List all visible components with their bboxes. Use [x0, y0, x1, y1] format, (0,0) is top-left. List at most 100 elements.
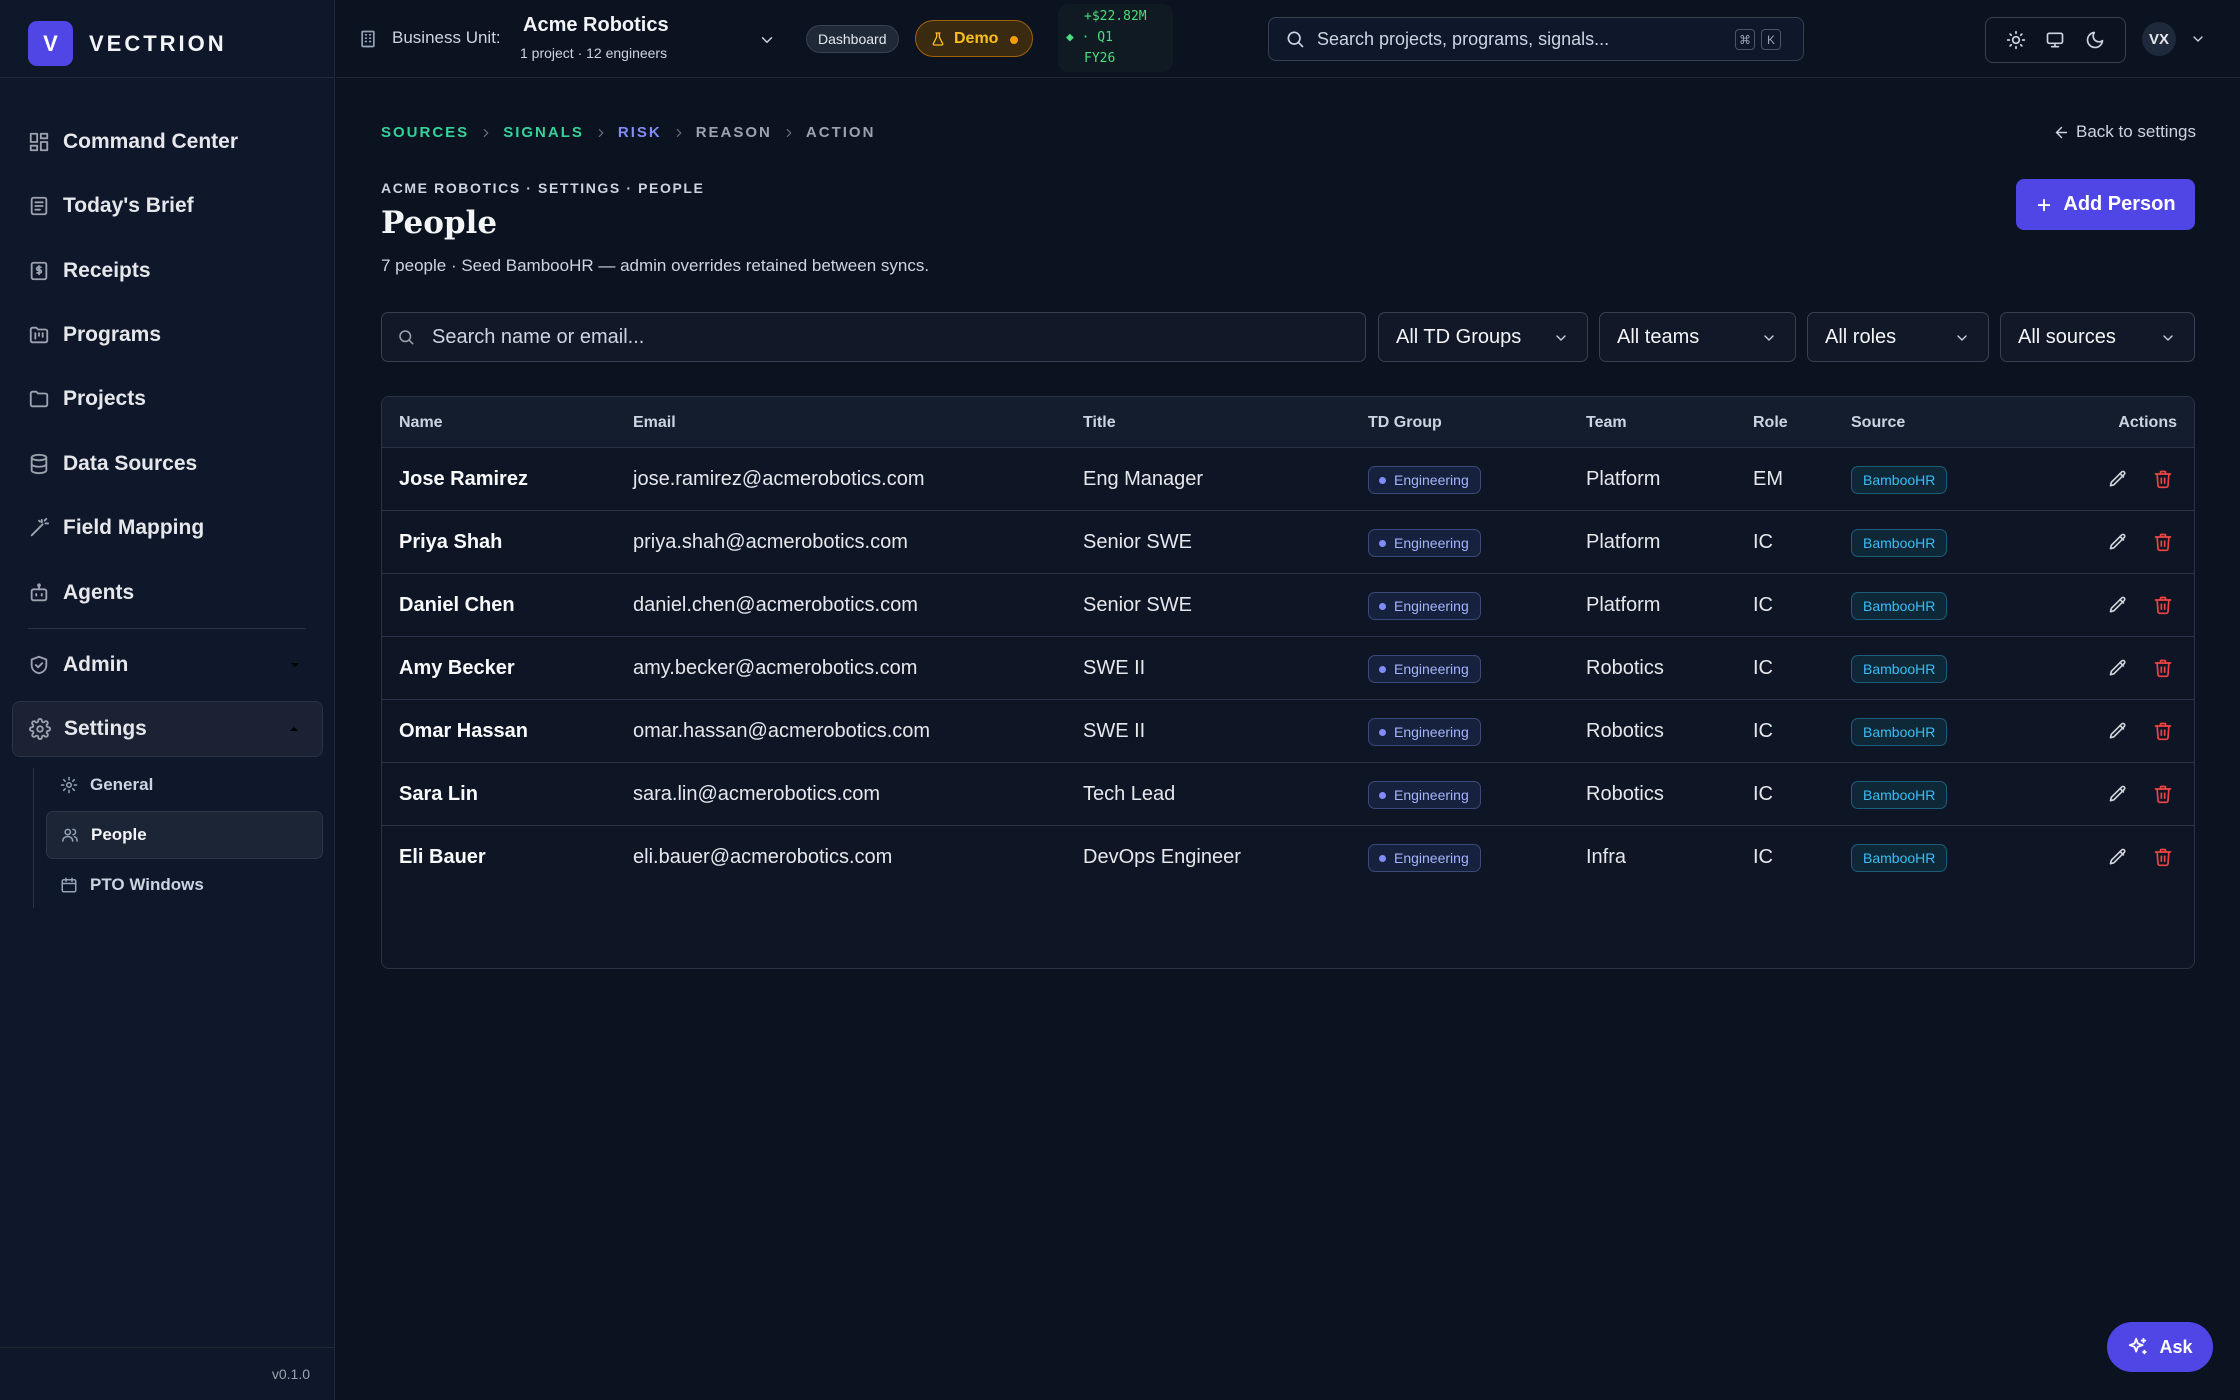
trash-icon[interactable] — [2153, 658, 2173, 678]
person-name: Amy Becker — [399, 657, 515, 679]
sidebar-item-settings[interactable]: Settings — [12, 701, 323, 757]
team-filter[interactable]: All teams — [1599, 312, 1796, 362]
column-header-source[interactable]: Source — [1851, 414, 1905, 432]
person-team: Platform — [1586, 468, 1661, 490]
column-header-email[interactable]: Email — [633, 414, 676, 432]
pipeline-step-signals[interactable]: SIGNALS — [503, 124, 584, 141]
person-email: amy.becker@acmerobotics.com — [633, 657, 918, 679]
page-subtitle: 7 people · Seed BambooHR — admin overrid… — [381, 256, 930, 275]
sidebar-item-field-mapping[interactable]: Field Mapping — [12, 500, 323, 556]
back-to-settings-link[interactable]: Back to settings — [2053, 122, 2196, 142]
status-dot — [1010, 36, 1018, 44]
dashboard-pill[interactable]: Dashboard — [806, 25, 899, 53]
table-row[interactable]: Jose Ramirez jose.ramirez@acmerobotics.co… — [382, 448, 2194, 511]
chevron-down-icon — [287, 657, 303, 673]
table-row[interactable]: Omar Hassan omar.hassan@acmerobotics.com S… — [382, 700, 2194, 763]
edit-icon[interactable] — [2108, 469, 2128, 489]
sun-icon[interactable] — [2006, 30, 2026, 50]
column-header-team[interactable]: Team — [1586, 414, 1627, 432]
moon-icon[interactable] — [2085, 30, 2105, 50]
sidebar-item-programs[interactable]: Programs — [12, 307, 323, 363]
person-title: DevOps Engineer — [1083, 846, 1241, 868]
sidebar-item-data-sources[interactable]: Data Sources — [12, 436, 323, 492]
td-group-filter[interactable]: All TD Groups — [1378, 312, 1588, 362]
monitor-icon[interactable] — [2045, 30, 2065, 50]
pipeline-step-risk[interactable]: RISK — [618, 124, 662, 141]
person-team: Robotics — [1586, 720, 1664, 742]
back-link-label: Back to settings — [2075, 122, 2196, 141]
person-email: priya.shah@acmerobotics.com — [633, 531, 908, 553]
edit-icon[interactable] — [2108, 658, 2128, 678]
column-header-name[interactable]: Name — [399, 414, 443, 432]
global-search[interactable]: Search projects, programs, signals... ⌘ … — [1268, 17, 1804, 61]
role-filter[interactable]: All roles — [1807, 312, 1989, 362]
source-badge: BambooHR — [1851, 655, 1948, 683]
pipeline-step-reason[interactable]: REASON — [696, 124, 772, 141]
sidebar-item-admin[interactable]: Admin — [12, 637, 323, 693]
column-header-actions: Actions — [2118, 414, 2177, 431]
sidebar-subitem-general[interactable]: General — [46, 761, 323, 809]
edit-icon[interactable] — [2108, 847, 2128, 867]
trash-icon[interactable] — [2153, 721, 2173, 741]
sidebar-item-agents[interactable]: Agents — [12, 565, 323, 621]
business-unit-meta: 1 project · 12 engineers — [520, 45, 668, 61]
avatar[interactable]: VX — [2142, 22, 2176, 56]
person-title: SWE II — [1083, 720, 1146, 742]
theme-switcher — [1985, 17, 2126, 63]
sidebar-item-projects[interactable]: Projects — [12, 371, 323, 427]
trash-icon[interactable] — [2153, 784, 2173, 804]
person-team: Platform — [1586, 531, 1661, 553]
sidebar-item-command-center[interactable]: Command Center — [12, 114, 323, 170]
source-filter[interactable]: All sources — [2000, 312, 2195, 362]
sidebar-subitem-label: PTO Windows — [90, 875, 204, 894]
table-row[interactable]: Amy Becker amy.becker@acmerobotics.com SWE… — [382, 637, 2194, 700]
people-search-input[interactable] — [432, 325, 1332, 349]
subnav-guide — [33, 768, 34, 908]
table-row[interactable]: Priya Shah priya.shah@acmerobotics.com Sen… — [382, 511, 2194, 574]
sidebar-subitem-pto-windows[interactable]: PTO Windows — [46, 861, 323, 909]
table-row[interactable]: Sara Lin sara.lin@acmerobotics.com Tech Le… — [382, 763, 2194, 826]
sidebar-subitem-people[interactable]: People — [46, 811, 323, 859]
app-version: v0.1.0 — [271, 1366, 310, 1382]
add-person-button[interactable]: Add Person — [2016, 179, 2195, 230]
person-role: IC — [1753, 720, 1773, 742]
demo-pill[interactable]: Demo — [915, 20, 1033, 57]
trash-icon[interactable] — [2153, 469, 2173, 489]
database-icon — [28, 453, 50, 475]
pipeline-step-sources[interactable]: SOURCES — [381, 124, 469, 141]
pipeline-step-action[interactable]: ACTION — [806, 124, 876, 141]
sidebar-item-label: Field Mapping — [63, 516, 205, 539]
column-header-title[interactable]: Title — [1083, 414, 1116, 432]
edit-icon[interactable] — [2108, 721, 2128, 741]
folder-icon — [28, 388, 50, 410]
brand[interactable]: V VECTRION — [28, 21, 227, 66]
edit-icon[interactable] — [2108, 784, 2128, 804]
source-badge: BambooHR — [1851, 718, 1948, 746]
edit-icon[interactable] — [2108, 595, 2128, 615]
trash-icon[interactable] — [2153, 595, 2173, 615]
calendar-icon — [60, 876, 78, 894]
sidebar-item-label: Projects — [63, 387, 146, 410]
table-row[interactable]: Eli Bauer eli.bauer@acmerobotics.com DevOp… — [382, 826, 2194, 889]
people-search[interactable] — [381, 312, 1366, 362]
business-unit-name[interactable]: Acme Robotics — [523, 14, 669, 37]
trash-icon[interactable] — [2153, 532, 2173, 552]
source-badge: BambooHR — [1851, 466, 1948, 494]
people-table: Name Email Title TD Group Team Role Sour… — [381, 396, 2195, 969]
sidebar-item-todays-brief[interactable]: Today's Brief — [12, 178, 323, 234]
chevron-down-icon[interactable] — [758, 31, 776, 49]
ask-ai-button[interactable]: Ask — [2107, 1322, 2213, 1372]
person-role: IC — [1753, 657, 1773, 679]
chevron-down-icon[interactable] — [2190, 31, 2206, 47]
person-name: Eli Bauer — [399, 846, 486, 868]
td-group-label: Engineering — [1394, 661, 1469, 677]
table-row[interactable]: Daniel Chen daniel.chen@acmerobotics.com S… — [382, 574, 2194, 637]
sidebar-item-receipts[interactable]: Receipts — [12, 243, 323, 299]
trash-icon[interactable] — [2153, 847, 2173, 867]
td-group-dot — [1379, 477, 1386, 484]
column-header-role[interactable]: Role — [1753, 414, 1788, 432]
column-header-td-group[interactable]: TD Group — [1368, 414, 1442, 432]
search-icon — [1285, 29, 1305, 49]
top-bar: Business Unit: Acme Robotics 1 project ·… — [336, 0, 2240, 78]
edit-icon[interactable] — [2108, 532, 2128, 552]
